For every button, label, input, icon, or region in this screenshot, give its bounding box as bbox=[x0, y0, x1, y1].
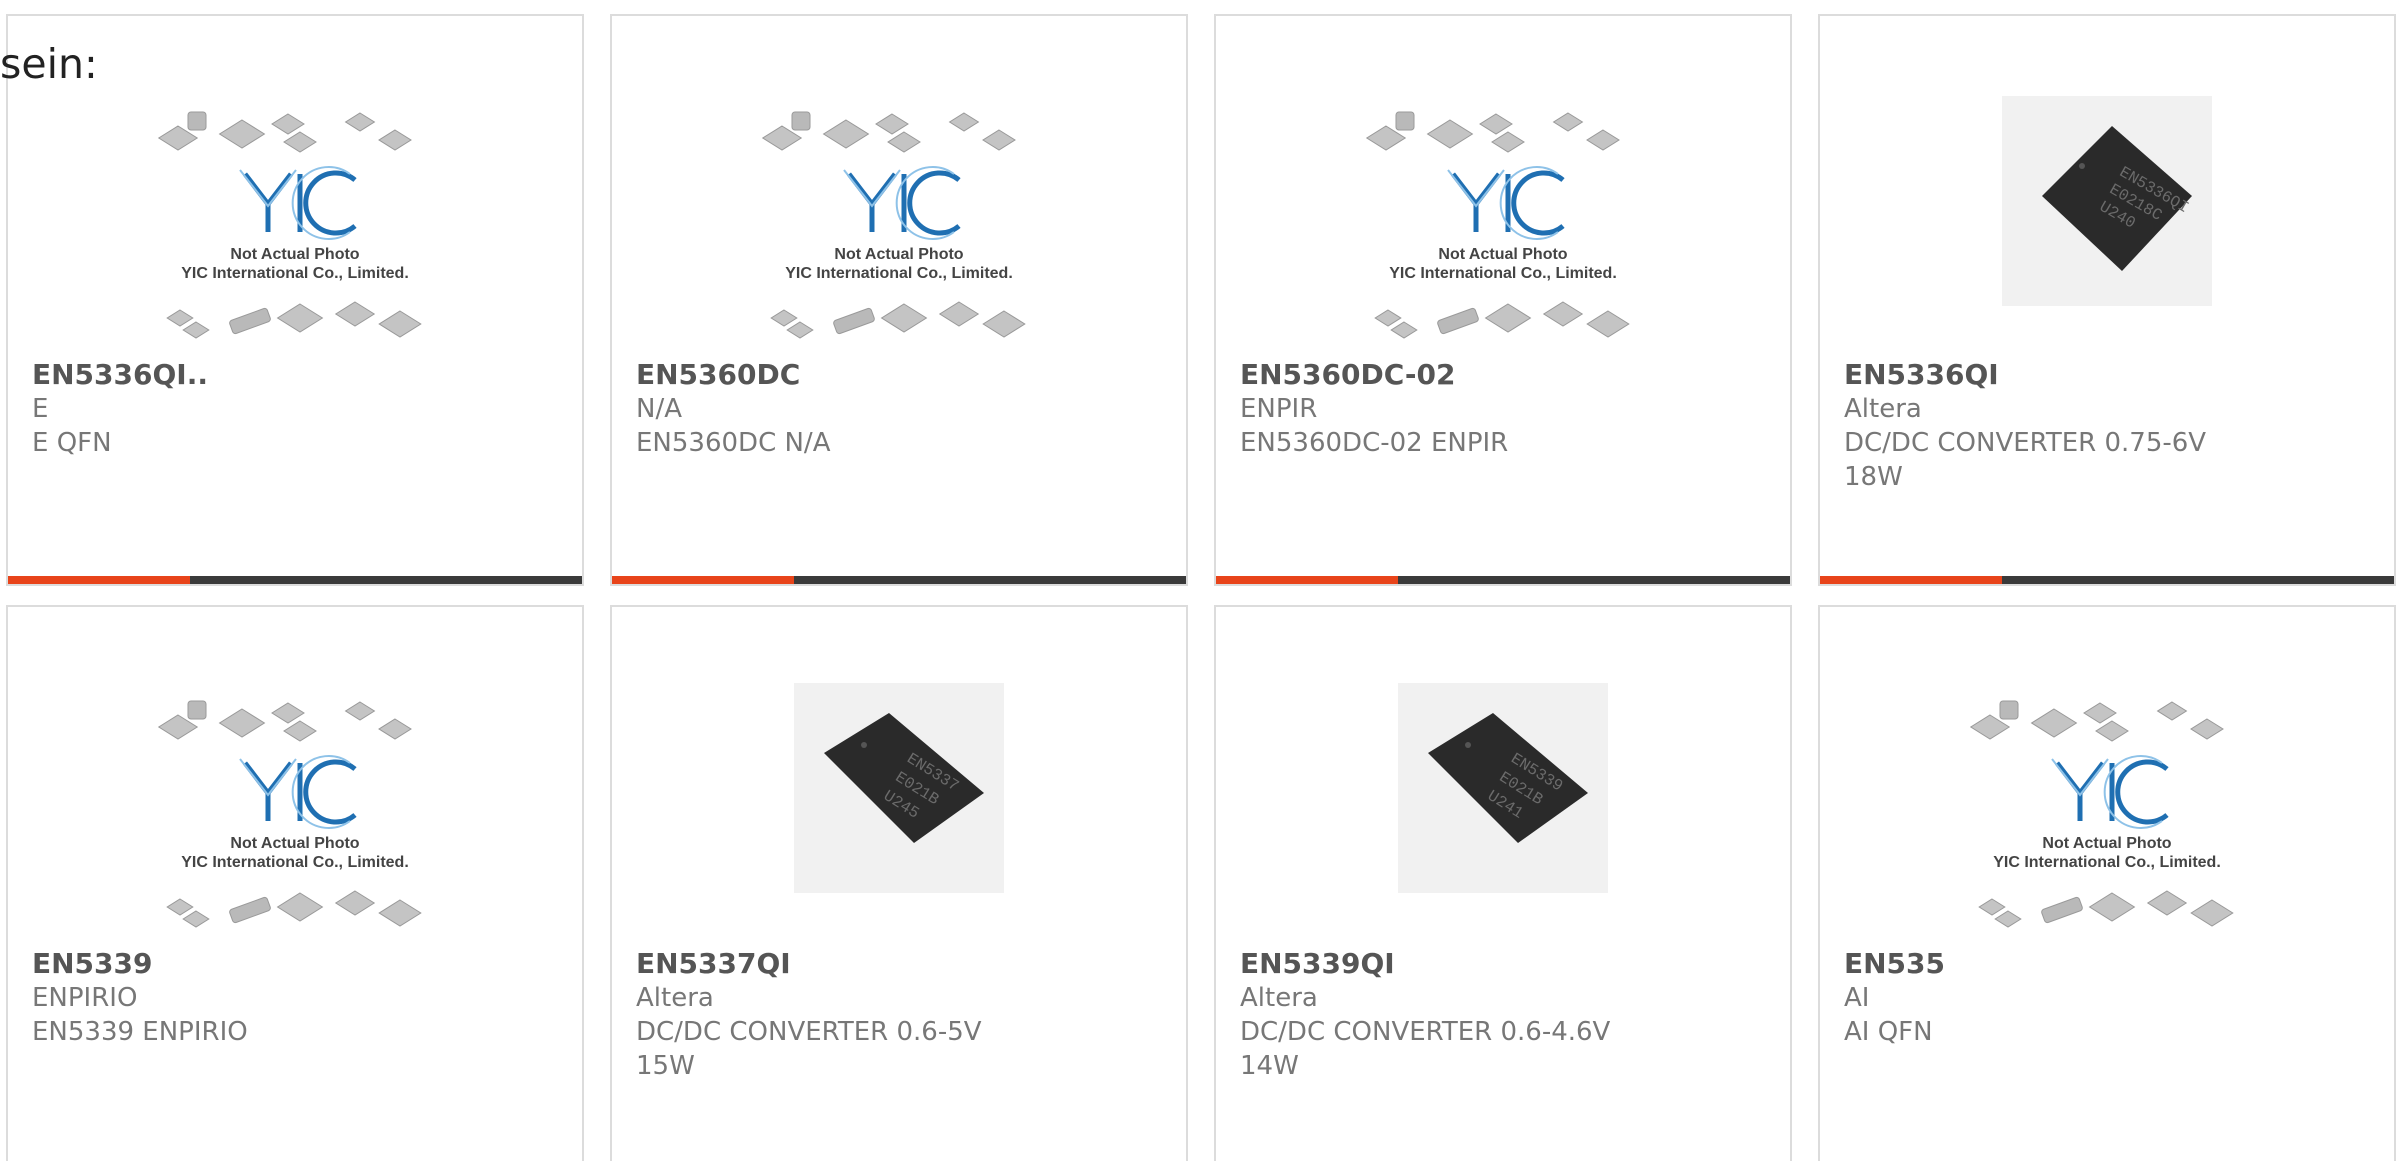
description: EN5360DC-02 ENPIR bbox=[1240, 428, 1509, 458]
svg-text:Not Actual Photo: Not Actual Photo bbox=[834, 246, 963, 263]
manufacturer: ENPIR bbox=[1240, 394, 1318, 424]
product-card[interactable]: Not Actual Photo YIC International Co., … bbox=[1818, 605, 2396, 1161]
part-number[interactable]: EN5339 bbox=[32, 947, 558, 981]
svg-text:YIC International Co., Limited: YIC International Co., Limited. bbox=[1993, 854, 2221, 871]
placeholder-image: Not Actual Photo YIC International Co., … bbox=[1358, 104, 1648, 344]
svg-text:YIC International Co., Limited: YIC International Co., Limited. bbox=[181, 854, 409, 871]
placeholder-image: Not Actual Photo YIC International Co., … bbox=[1962, 693, 2252, 933]
placeholder-image: Not Actual Photo YIC International Co., … bbox=[754, 104, 1044, 344]
card-bottom-bar bbox=[8, 576, 582, 584]
intro-text: sein: bbox=[0, 40, 98, 88]
part-number[interactable]: EN535 bbox=[1844, 947, 2370, 981]
svg-text:YIC International Co., Limited: YIC International Co., Limited. bbox=[785, 265, 1013, 282]
description: EN5339 ENPIRIO bbox=[32, 1017, 248, 1047]
product-card[interactable]: EN5339 E021B U241 EN5339QI Altera DC/DC CO… bbox=[1214, 605, 1792, 1161]
svg-text:YIC International Co., Limited: YIC International Co., Limited. bbox=[181, 265, 409, 282]
part-number[interactable]: EN5336QI bbox=[1844, 358, 2370, 392]
svg-text:YIC International Co., Limited: YIC International Co., Limited. bbox=[1389, 265, 1617, 282]
description: DC/DC CONVERTER 0.6-5V 15W bbox=[636, 1017, 982, 1081]
part-number[interactable]: EN5360DC bbox=[636, 358, 1162, 392]
svg-text:Not Actual Photo: Not Actual Photo bbox=[230, 246, 359, 263]
chip-photo: EN5339 E021B U241 bbox=[1398, 683, 1608, 893]
part-number[interactable]: EN5339QI bbox=[1240, 947, 1766, 981]
product-card[interactable]: Not Actual Photo YIC International Co., … bbox=[6, 605, 584, 1161]
part-number[interactable]: EN5337QI bbox=[636, 947, 1162, 981]
description: AI QFN bbox=[1844, 1017, 1933, 1047]
product-card[interactable]: Not Actual Photo YIC International Co., … bbox=[610, 14, 1188, 586]
product-grid-page: sein: Not Actual Photo YIC International… bbox=[0, 0, 2400, 1161]
placeholder-image: Not Actual Photo YIC International Co., … bbox=[150, 693, 440, 933]
card-bottom-bar bbox=[1820, 576, 2394, 584]
svg-text:Not Actual Photo: Not Actual Photo bbox=[2042, 835, 2171, 852]
card-bottom-bar bbox=[612, 576, 1186, 584]
description: EN5360DC N/A bbox=[636, 428, 831, 458]
manufacturer: E bbox=[32, 394, 49, 424]
description: DC/DC CONVERTER 0.6-4.6V 14W bbox=[1240, 1017, 1611, 1081]
manufacturer: ENPIRIO bbox=[32, 983, 138, 1013]
part-number[interactable]: EN5336QI.. bbox=[32, 358, 558, 392]
description: DC/DC CONVERTER 0.75-6V 18W bbox=[1844, 428, 2207, 492]
manufacturer: Altera bbox=[1240, 983, 1318, 1013]
svg-text:Not Actual Photo: Not Actual Photo bbox=[1438, 246, 1567, 263]
product-card[interactable]: EN5337 E021B U245 EN5337QI Altera DC/DC CO… bbox=[610, 605, 1188, 1161]
manufacturer: Altera bbox=[636, 983, 714, 1013]
svg-text:Not Actual Photo: Not Actual Photo bbox=[230, 835, 359, 852]
chip-photo: EN5336QI E0218C U240 bbox=[2002, 96, 2212, 306]
manufacturer: Altera bbox=[1844, 394, 1922, 424]
manufacturer: AI bbox=[1844, 983, 1870, 1013]
product-card[interactable]: Not Actual Photo YIC International Co., … bbox=[1214, 14, 1792, 586]
chip-photo: EN5337 E021B U245 bbox=[794, 683, 1004, 893]
part-number[interactable]: EN5360DC-02 bbox=[1240, 358, 1766, 392]
description: E QFN bbox=[32, 428, 112, 458]
placeholder-image: Not Actual Photo YIC International Co., … bbox=[150, 104, 440, 344]
product-card[interactable]: Not Actual Photo YIC International Co., … bbox=[6, 14, 584, 586]
product-card[interactable]: EN5336QI E0218C U240 EN5336QI Altera DC/DC… bbox=[1818, 14, 2396, 586]
card-bottom-bar bbox=[1216, 576, 1790, 584]
manufacturer: N/A bbox=[636, 394, 682, 424]
